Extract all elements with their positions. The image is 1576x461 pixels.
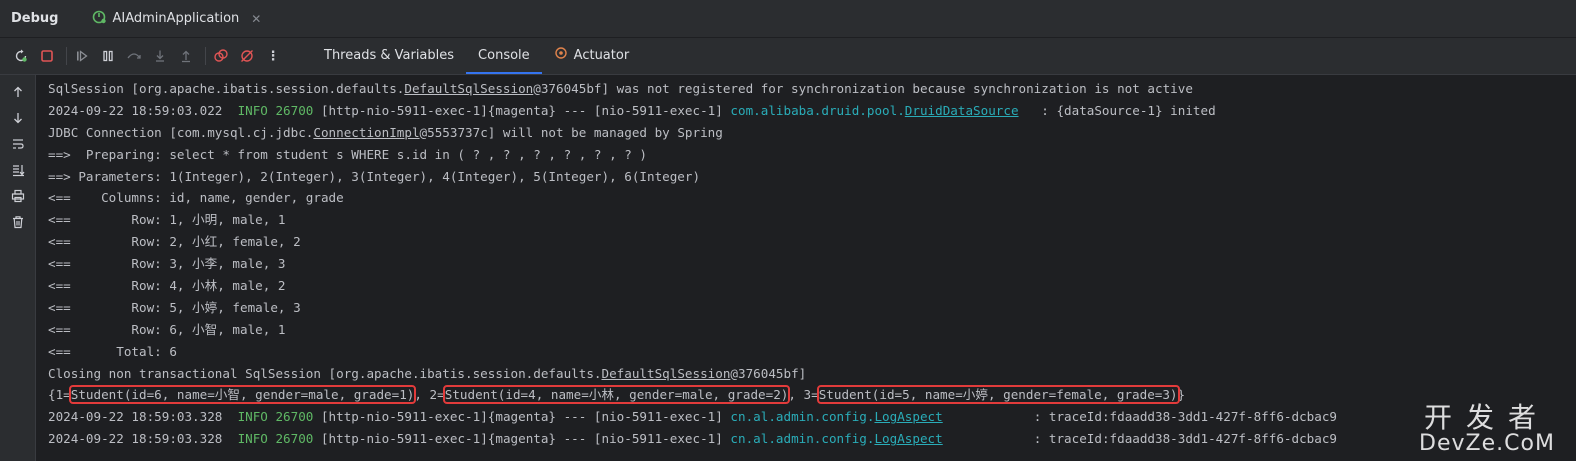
view-breakpoints-icon[interactable] [210,45,232,67]
watermark: 开发者 DevZe.CoM [1412,403,1562,455]
console-line: JDBC Connection [com.mysql.cj.jdbc.Conne… [48,124,723,140]
watermark-en: DevZe.CoM [1419,431,1555,456]
console-line: <== Row: 6, 小智, male, 1 [48,321,286,337]
run-config-label: AIAdminApplication [112,11,240,26]
tab-label: Actuator [573,47,630,63]
log-level: INFO 26700 [237,409,314,425]
rerun-icon[interactable] [10,45,32,67]
highlight-box: Student(id=6, name=小智, gender=male, grad… [68,385,417,405]
console-line: Closing non transactional SqlSession [or… [48,365,807,381]
trash-icon[interactable] [0,209,36,235]
watermark-cn: 开发者 [1423,401,1550,434]
highlight-box: Student(id=4, name=小林, gender=male, grad… [442,385,791,405]
tool-window-title: Debug [11,11,59,26]
arrow-down-icon[interactable] [0,105,36,131]
step-over-icon[interactable] [123,45,145,67]
tab-threads-variables[interactable]: Threads & Variables [312,38,466,74]
tab-label: Threads & Variables [324,47,455,63]
run-config-tab[interactable]: AIAdminApplication ✕ [86,0,267,38]
step-out-icon[interactable] [175,45,197,67]
logger-link: DruidDataSource [904,102,1019,118]
print-icon[interactable] [0,183,36,209]
debug-tabs: Threads & Variables Console Actuator [312,38,641,74]
console-line: <== Total: 6 [48,343,177,359]
log-level: INFO 26700 [237,102,314,118]
console-line: <== Row: 5, 小婷, female, 3 [48,299,301,315]
more-options-icon[interactable]: ⋮ [262,45,284,67]
highlight-box: Student(id=5, name=小婷, gender=female, gr… [816,385,1180,405]
console-line: <== Row: 1, 小明, male, 1 [48,212,286,228]
step-into-icon[interactable] [149,45,171,67]
logger-link: LogAspect [874,409,943,425]
spring-boot-icon [92,10,107,28]
console-result-line: {1=Student(id=6, name=小智, gender=male, g… [48,385,1186,405]
console-output[interactable]: SqlSession [org.apache.ibatis.session.de… [48,75,1568,461]
toolbar-separator [66,47,67,65]
debug-toolbar: ⋮ Threads & Variables Console Actuator [0,38,1576,75]
close-icon[interactable]: ✕ [251,12,261,26]
console-line: SqlSession [org.apache.ibatis.session.de… [48,81,1193,96]
mute-breakpoints-icon[interactable] [236,45,258,67]
console-line: 2024-09-22 18:59:03.022 INFO 26700 [http… [48,102,1216,118]
logger-link: LogAspect [874,431,943,447]
console-line: <== Row: 3, 小李, male, 3 [48,256,286,272]
console-line: <== Row: 4, 小林, male, 2 [48,278,286,294]
soft-wrap-icon[interactable] [0,131,36,157]
console-line: 2024-09-22 18:59:03.328 INFO 26700 [http… [48,431,1337,447]
stop-icon[interactable] [36,45,58,67]
actuator-icon [554,46,568,64]
log-level: INFO 26700 [237,431,314,447]
console-line: ==> Parameters: 1(Integer), 2(Integer), … [48,168,701,184]
scroll-to-end-icon[interactable] [0,157,36,183]
tab-actuator[interactable]: Actuator [542,38,642,74]
tab-label: Console [478,47,530,63]
logger-link: cn.al.admin.config. [730,431,875,447]
logger-link: cn.al.admin.config. [730,409,875,425]
pause-icon[interactable] [97,45,119,67]
tool-window-header: Debug AIAdminApplication ✕ [0,0,1576,38]
logger-link: com.alibaba.druid.pool. [730,102,905,118]
tab-console[interactable]: Console [466,38,542,74]
console-line: ==> Preparing: select * from student s W… [48,146,647,162]
arrow-up-icon[interactable] [0,79,36,105]
console-line: <== Columns: id, name, gender, grade [48,190,344,206]
console-line: 2024-09-22 18:59:03.328 INFO 26700 [http… [48,409,1337,425]
console-line: <== Row: 2, 小红, female, 2 [48,234,301,250]
toolbar-separator [205,47,206,65]
resume-icon[interactable] [71,45,93,67]
console-side-toolbar [0,75,36,461]
